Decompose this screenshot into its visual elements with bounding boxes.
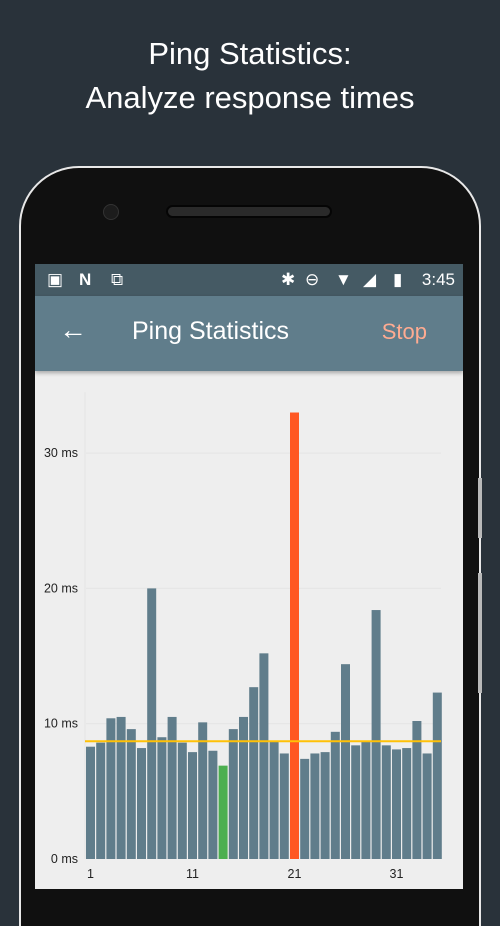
y-tick-label: 20 ms	[44, 581, 78, 595]
x-tick-label: 1	[87, 867, 94, 881]
bar	[198, 722, 208, 859]
arrow-back-icon[interactable]: ←	[59, 314, 87, 346]
x-tick-label: 21	[288, 867, 302, 881]
bar	[86, 746, 95, 859]
bar	[147, 588, 157, 859]
bar	[361, 741, 371, 859]
bar	[249, 687, 259, 859]
bar	[432, 692, 442, 859]
wifi-lock-icon: ▣	[47, 270, 64, 289]
min-bar	[218, 765, 228, 859]
bar	[116, 716, 126, 859]
wifi-icon: ▼	[335, 270, 352, 289]
do-not-disturb-icon: ⊖	[305, 270, 320, 289]
bar	[310, 753, 320, 859]
bar	[126, 729, 136, 859]
bar	[422, 753, 432, 859]
bar	[269, 741, 279, 859]
stop-button[interactable]: Stop	[382, 319, 427, 345]
bar	[402, 748, 412, 859]
status-bar: ▣ N ⧉ ✱ ⊖ ▼ ◢ ▮ 3:45	[35, 264, 463, 296]
bar	[371, 610, 381, 859]
bar	[96, 742, 106, 859]
bluetooth-icon: ✱	[281, 270, 296, 289]
bar	[106, 718, 116, 859]
bar	[137, 748, 146, 859]
x-tick-label: 31	[390, 867, 404, 881]
bar	[228, 729, 238, 859]
bar	[188, 752, 197, 859]
status-time: 3:45	[421, 270, 455, 289]
phone-screen: ▣ N ⧉ ✱ ⊖ ▼ ◢ ▮ 3:45 ← Ping Statistics S…	[35, 264, 463, 889]
y-tick-label: 10 ms	[44, 717, 78, 731]
bar	[381, 745, 391, 859]
y-tick-label: 30 ms	[44, 446, 78, 460]
bar	[279, 753, 289, 859]
bar	[330, 731, 340, 859]
bar	[320, 752, 330, 859]
bar	[239, 716, 248, 859]
earpiece-speaker	[166, 205, 332, 218]
ping-bar-chart: 0 ms10 ms20 ms30 ms1 11 21 31	[44, 392, 442, 881]
bar	[341, 664, 350, 859]
battery-charging-icon: ▮	[393, 270, 403, 289]
promo-headline-2: Analyze response times	[85, 80, 415, 115]
max-bar	[290, 412, 299, 859]
bar	[208, 750, 218, 859]
bar	[177, 742, 187, 859]
promo-headline-1: Ping Statistics:	[148, 36, 352, 71]
bar	[351, 745, 361, 859]
bar	[157, 737, 167, 859]
bar	[259, 653, 269, 859]
app-bar: ← Ping Statistics Stop	[35, 296, 463, 371]
work-briefcase-icon: ⧉	[111, 270, 124, 289]
x-tick-label: 11	[186, 867, 199, 881]
phone-side-button	[478, 478, 482, 538]
bar	[167, 716, 177, 859]
front-camera	[103, 204, 119, 220]
y-tick-label: 0 ms	[51, 852, 78, 866]
bar	[392, 749, 401, 859]
phone-volume-button	[478, 573, 482, 693]
bar	[300, 758, 310, 859]
nfc-n-icon: N	[79, 270, 92, 289]
cellular-signal-icon: ◢	[363, 270, 377, 289]
page-title: Ping Statistics	[132, 317, 290, 345]
